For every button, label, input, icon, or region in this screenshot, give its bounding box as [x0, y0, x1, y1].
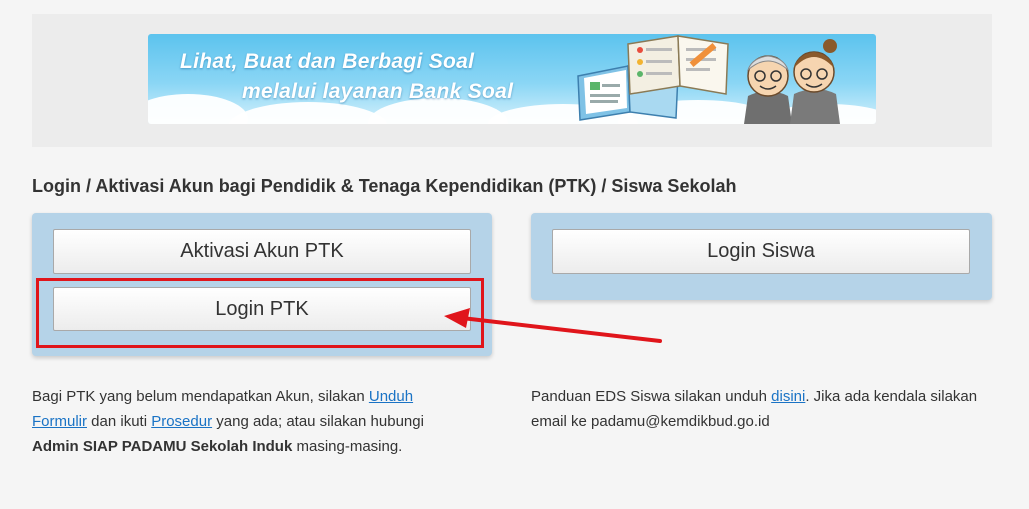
teacher-avatar-icon [790, 39, 840, 124]
info-text: Panduan EDS Siswa silakan unduh [531, 388, 772, 405]
ptk-info-text: Bagi PTK yang belum mendapatkan Akun, si… [32, 384, 472, 459]
siswa-login-panel: Login Siswa [531, 213, 992, 300]
ptk-login-panel: Aktivasi Akun PTK Login PTK [32, 213, 492, 356]
button-label: Login PTK [215, 298, 309, 320]
disini-link[interactable]: disini [771, 388, 805, 405]
info-text: Bagi PTK yang belum mendapatkan Akun, si… [32, 388, 369, 405]
info-text: yang ada; atau silakan hubungi [212, 413, 424, 430]
banner-headline: Lihat, Buat dan Berbagi Soal [180, 50, 475, 73]
info-text: dan ikuti [87, 413, 152, 430]
banner-container: Lihat, Buat dan Berbagi Soal melalui lay… [32, 14, 992, 147]
bank-soal-banner[interactable]: Lihat, Buat dan Berbagi Soal melalui lay… [148, 34, 876, 124]
page-title: Login / Aktivasi Akun bagi Pendidik & Te… [32, 176, 737, 196]
button-label: Login Siswa [707, 240, 815, 262]
banner-subheadline: melalui layanan Bank Soal [242, 80, 514, 103]
teachers-illustration [577, 35, 840, 124]
teacher-avatar-icon [744, 55, 792, 124]
prosedur-link[interactable]: Prosedur [151, 413, 212, 430]
open-book-icon [627, 35, 729, 95]
button-label: Aktivasi Akun PTK [180, 240, 344, 262]
aktivasi-akun-ptk-button[interactable]: Aktivasi Akun PTK [53, 229, 471, 274]
cloud-decoration [228, 102, 388, 124]
login-siswa-button[interactable]: Login Siswa [552, 229, 970, 274]
login-ptk-button[interactable]: Login PTK [53, 287, 471, 331]
admin-siap-padamu-text: Admin SIAP PADAMU Sekolah Induk [32, 438, 293, 455]
siswa-info-text: Panduan EDS Siswa silakan unduh disini. … [531, 384, 991, 434]
info-text: masing-masing. [292, 438, 403, 455]
